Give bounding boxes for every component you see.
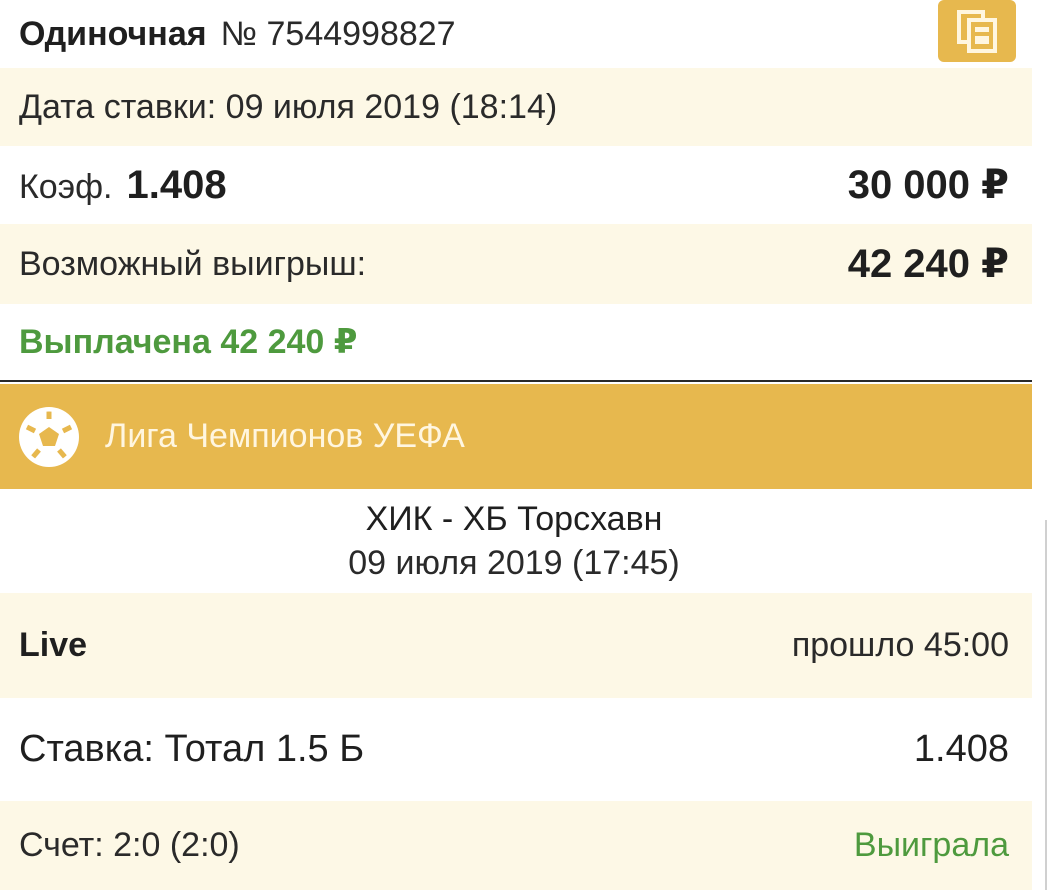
bet-title: Одиночная № 7544998827 (19, 15, 456, 54)
copy-icon (957, 10, 997, 53)
score-row: Счет: 2:0 (2:0) Выиграла (0, 801, 1032, 890)
paid-row: Выплачена 42 240 ₽ (0, 304, 1032, 382)
copy-button[interactable] (938, 0, 1016, 62)
live-label: Live (19, 626, 88, 664)
match-date: 09 июля 2019 (17:45) (348, 544, 680, 582)
odds-label: Коэф. (19, 167, 113, 206)
league-name: Лига Чемпионов УЕФА (105, 417, 465, 455)
match-info: ХИК - ХБ Торсхавн 09 июля 2019 (17:45) (0, 489, 1032, 593)
bet-date-row: Дата ставки: 09 июля 2019 (18:14) (0, 68, 1032, 146)
score-label: Счет: 2:0 (2:0) (19, 826, 240, 864)
bet-type: Одиночная (19, 14, 207, 53)
odds-row: Коэф. 1.408 30 000 ₽ (0, 146, 1032, 224)
soccer-ball-icon (19, 406, 79, 467)
odds-value: 1.408 (126, 162, 227, 207)
match-title: ХИК - ХБ Торсхавн (365, 500, 663, 538)
bet-header: Одиночная № 7544998827 (0, 0, 1032, 68)
possible-win-row: Возможный выигрыш: 42 240 ₽ (0, 224, 1032, 304)
elapsed-time: прошло 45:00 (791, 626, 1009, 664)
odds-group: Коэф. 1.408 (19, 163, 227, 208)
paid-status: Выплачена 42 240 ₽ (19, 323, 358, 361)
possible-win-value: 42 240 ₽ (847, 242, 1009, 286)
bet-odds: 1.408 (913, 728, 1009, 770)
result-status: Выиграла (853, 826, 1009, 864)
bet-number: № 7544998827 (220, 14, 456, 53)
bet-row: Ставка: Тотал 1.5 Б 1.408 (0, 698, 1032, 801)
league-header[interactable]: Лига Чемпионов УЕФА (0, 384, 1032, 489)
possible-win-label: Возможный выигрыш: (19, 244, 367, 283)
stake-amount: 30 000 ₽ (847, 163, 1009, 207)
live-row: Live прошло 45:00 (0, 593, 1032, 698)
bet-selection: Ставка: Тотал 1.5 Б (19, 728, 365, 770)
bet-date: Дата ставки: 09 июля 2019 (18:14) (19, 87, 558, 126)
